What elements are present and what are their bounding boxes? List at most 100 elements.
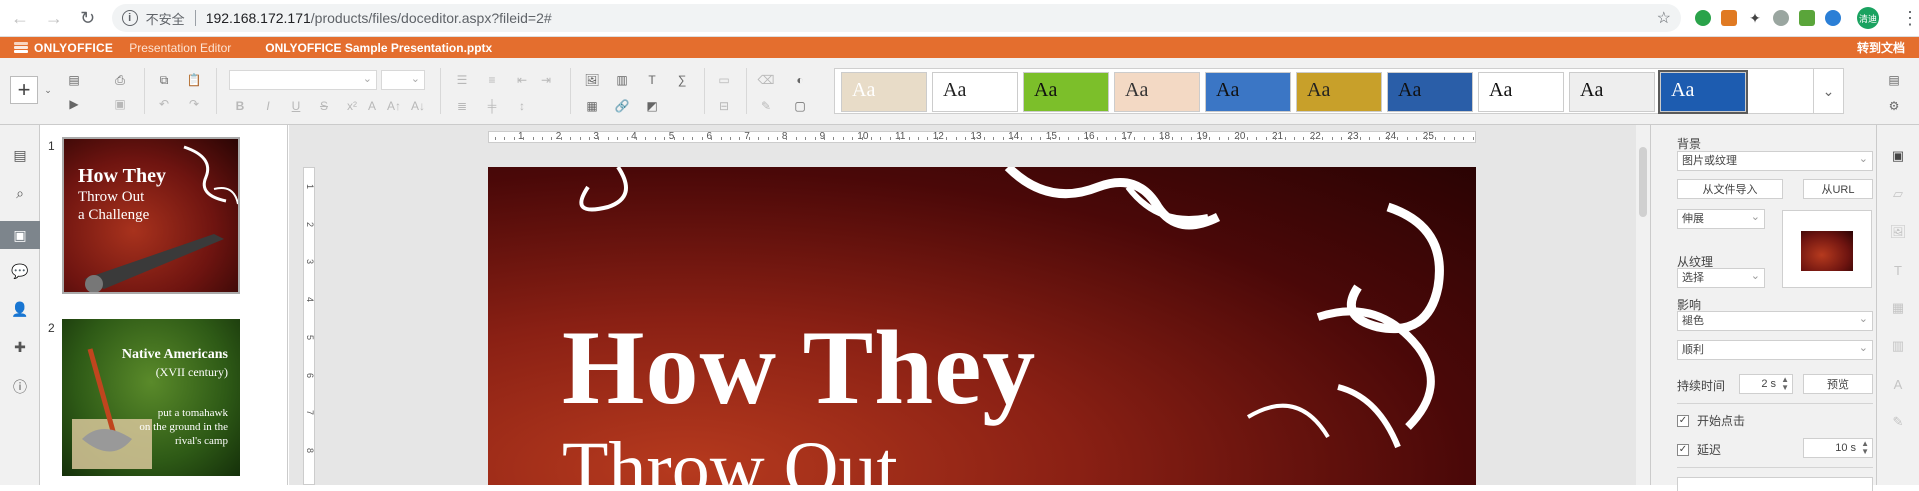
back-icon[interactable]: ← — [6, 4, 34, 32]
print-icon[interactable]: ⎙ — [110, 70, 130, 90]
superscript-icon[interactable]: x² — [342, 96, 362, 116]
file-menu-icon[interactable]: ▤ — [10, 145, 30, 165]
fill-type-select[interactable]: 图片或纹理 — [1677, 150, 1873, 171]
text-settings-tab-icon[interactable]: T — [1889, 261, 1907, 279]
slide-settings-tab-icon[interactable]: ▣ — [1889, 147, 1907, 165]
plugins-icon[interactable]: ✚ — [10, 337, 30, 357]
effect-select[interactable]: 褪色 — [1677, 310, 1873, 331]
go-to-documents-link[interactable]: 转到文档 — [1857, 39, 1905, 56]
insert-table-icon[interactable]: ▦ — [582, 96, 602, 116]
font-size-select[interactable] — [381, 70, 425, 90]
vertical-ruler[interactable]: 1 2 3 4 5 6 7 8 — [303, 167, 315, 485]
address-bar[interactable]: i 不安全 192.168.172.171 /products/files/do… — [111, 4, 1681, 32]
font-family-select[interactable] — [229, 70, 377, 90]
search-icon[interactable]: ⌕ — [10, 183, 30, 203]
checkbox-checked-icon[interactable]: ✓ — [1677, 414, 1689, 427]
numbering-icon[interactable]: ≡ — [482, 70, 502, 90]
theme-thumbnail[interactable]: Aa — [1114, 72, 1200, 112]
theme-thumbnail[interactable]: Aa — [1658, 70, 1748, 114]
insert-image-icon[interactable]: 🖼 — [582, 70, 602, 90]
editor-vertical-scrollbar[interactable] — [1636, 125, 1650, 485]
profile-avatar[interactable]: 清迪 — [1856, 7, 1879, 29]
about-icon[interactable]: ⓘ — [10, 377, 30, 397]
slide-thumbnail-2[interactable]: Native Americans (XVII century) put a to… — [62, 319, 240, 476]
onlyoffice-logo[interactable]: ONLYOFFICE — [14, 41, 113, 55]
insert-equation-icon[interactable]: ∑ — [672, 70, 692, 90]
increase-font-icon[interactable]: A↑ — [384, 96, 404, 116]
slide-layout-icon[interactable]: ▤ — [64, 70, 84, 90]
add-slide-dropdown-icon[interactable]: ⌄ — [38, 80, 58, 100]
shape-settings-tab-icon[interactable]: ▱ — [1889, 185, 1907, 203]
texture-select[interactable]: 选择 — [1677, 267, 1765, 288]
decrease-font-icon[interactable]: A↓ — [408, 96, 428, 116]
spinner-arrows-icon[interactable]: ▲ ▼ — [1861, 440, 1869, 456]
checkbox-checked-icon[interactable]: ✓ — [1677, 443, 1689, 456]
view-settings-icon[interactable]: ▤ — [1884, 70, 1904, 90]
stretch-select[interactable]: 伸展 — [1677, 208, 1765, 229]
scrollbar-thumb[interactable] — [1639, 147, 1647, 217]
bookmark-star-icon[interactable]: ☆ — [1657, 8, 1671, 28]
from-file-button[interactable]: 从文件导入 — [1677, 179, 1783, 199]
slide-title-text[interactable]: How They — [562, 315, 1036, 421]
comments-icon[interactable]: 💬 — [10, 261, 30, 281]
extension-star-icon[interactable]: ✦ — [1747, 10, 1763, 26]
increase-indent-icon[interactable]: ⇥ — [536, 70, 556, 90]
theme-thumbnail[interactable]: Aa — [932, 72, 1018, 112]
save-icon[interactable]: ▣ — [110, 94, 130, 114]
spinner-arrows-icon[interactable]: ▲ ▼ — [1781, 376, 1789, 392]
horizontal-ruler[interactable]: 1 2 3 4 5 6 7 8 9 10 11 12 13 14 15 16 17 18 19 20 21 22 23 24 2… — [488, 131, 1476, 143]
extension-fox-icon[interactable] — [1720, 10, 1737, 26]
theme-thumbnail[interactable]: Aa — [841, 72, 927, 112]
signature-settings-tab-icon[interactable]: ✎ — [1889, 413, 1907, 431]
redo-icon[interactable]: ↷ — [184, 94, 204, 114]
decrease-indent-icon[interactable]: ⇤ — [512, 70, 532, 90]
color-scheme-icon[interactable]: ◐ — [790, 70, 810, 90]
insert-link-icon[interactable]: 🔗 — [612, 96, 632, 116]
browser-menu-icon[interactable]: ⋮ — [1901, 8, 1919, 29]
insert-shape-icon[interactable]: ◩ — [642, 96, 662, 116]
extension-globe-icon[interactable] — [1824, 10, 1841, 26]
start-slideshow-icon[interactable]: ▶ — [64, 94, 84, 114]
slide-canvas[interactable]: How They Throw Out — [488, 167, 1476, 485]
slide-thumbnail-1[interactable]: How They Throw Out a Challenge — [62, 137, 240, 294]
theme-thumbnail[interactable]: Aa — [1205, 72, 1291, 112]
extension-circle-icon[interactable] — [1772, 10, 1789, 26]
bold-icon[interactable]: B — [230, 96, 250, 116]
textart-settings-tab-icon[interactable]: A — [1889, 375, 1907, 393]
arrange-icon[interactable]: ▭ — [714, 70, 734, 90]
info-icon[interactable]: i — [121, 10, 138, 26]
strikethrough-icon[interactable]: S — [314, 96, 334, 116]
forward-icon[interactable]: → — [40, 4, 68, 32]
font-color-icon[interactable]: A — [362, 96, 382, 116]
theme-thumbnail[interactable]: Aa — [1387, 72, 1473, 112]
chart-settings-tab-icon[interactable]: ▥ — [1889, 337, 1907, 355]
copy-icon[interactable]: ⧉ — [154, 70, 174, 90]
insert-chart-icon[interactable]: ▥ — [612, 70, 632, 90]
reload-icon[interactable]: ↻ — [74, 4, 102, 32]
underline-icon[interactable]: U — [286, 96, 306, 116]
gear-icon[interactable]: ⚙ — [1884, 96, 1904, 116]
delay-spinner[interactable]: 10 s ▲ ▼ — [1803, 438, 1873, 458]
from-url-button[interactable]: 从URL — [1803, 179, 1873, 199]
slide-subtitle-text[interactable]: Throw Out — [562, 431, 898, 485]
theme-thumbnail[interactable]: Aa — [1478, 72, 1564, 112]
theme-gallery-more-icon[interactable]: ⌄ — [1813, 69, 1843, 113]
slides-panel-icon[interactable]: ▣ — [0, 221, 40, 249]
extension-cors-icon[interactable] — [1798, 10, 1815, 26]
undo-icon[interactable]: ↶ — [154, 94, 174, 114]
apply-to-all-button[interactable] — [1677, 477, 1873, 491]
theme-thumbnail[interactable]: Aa — [1296, 72, 1382, 112]
extension-wechat-icon[interactable] — [1694, 10, 1711, 26]
theme-thumbnail[interactable]: Aa — [1023, 72, 1109, 112]
delay-checkbox[interactable]: ✓ 延迟 — [1677, 441, 1721, 458]
italic-icon[interactable]: I — [258, 96, 278, 116]
user-icon[interactable]: 👤 — [10, 299, 30, 319]
preview-button[interactable]: 预览 — [1803, 374, 1873, 394]
paste-icon[interactable]: 📋 — [184, 70, 204, 90]
line-spacing-icon[interactable]: ↕ — [512, 96, 532, 116]
align-left-icon[interactable]: ≣ — [452, 96, 472, 116]
table-settings-tab-icon[interactable]: ▦ — [1889, 299, 1907, 317]
clear-style-icon[interactable]: ⌫ — [756, 70, 776, 90]
duration-spinner[interactable]: 2 s ▲ ▼ — [1739, 374, 1793, 394]
theme-thumbnail[interactable]: Aa — [1569, 72, 1655, 112]
